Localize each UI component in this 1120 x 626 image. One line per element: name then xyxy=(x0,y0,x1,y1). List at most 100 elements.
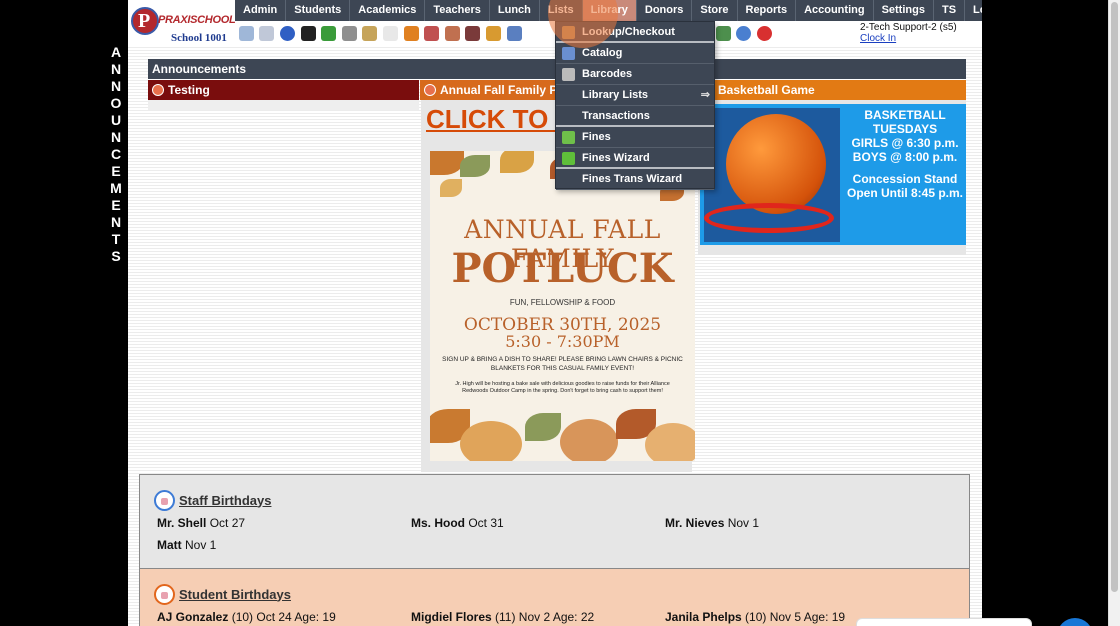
student-birthday-entry: Migdiel Flores (11) Nov 2 Age: 22 xyxy=(411,610,594,624)
announcement-icon xyxy=(424,84,436,96)
birthday-cake-icon xyxy=(154,489,175,511)
nav-lunch[interactable]: Lunch xyxy=(490,0,540,21)
nav-accounting[interactable]: Accounting xyxy=(796,0,874,21)
logo-letter: P xyxy=(138,10,151,32)
announcement-basketball-body: BASKETBALL TUESDAYS GIRLS @ 6:30 p.m. BO… xyxy=(698,100,966,255)
student-icon[interactable] xyxy=(444,25,460,41)
nav-teachers[interactable]: Teachers xyxy=(425,0,490,21)
nav-store[interactable]: Store xyxy=(692,0,738,21)
basketball-flyer-image[interactable]: BASKETBALL TUESDAYS GIRLS @ 6:30 p.m. BO… xyxy=(700,104,966,245)
birthday-cake-icon xyxy=(154,583,175,605)
birthday-detail: (11) Nov 2 Age: 22 xyxy=(491,610,595,624)
announcement-basketball-title[interactable]: Basketball Game xyxy=(698,80,966,100)
menu-item-label: Catalog xyxy=(582,47,623,59)
announcement-testing-body xyxy=(148,100,419,110)
staff-birthday-entry: Ms. Hood Oct 31 xyxy=(411,516,504,530)
book-icon[interactable] xyxy=(506,25,522,41)
clock-in-link[interactable]: Clock In xyxy=(860,33,957,44)
chat-widget[interactable] xyxy=(856,618,1032,626)
teacher-icon[interactable] xyxy=(424,25,440,41)
table-icon[interactable] xyxy=(259,25,275,41)
user-name: 2-Tech Support-2 (s5) xyxy=(860,22,957,33)
menu-item-label: Library Lists xyxy=(582,89,649,101)
fines-icon xyxy=(562,131,575,144)
refresh-icon[interactable] xyxy=(321,25,337,41)
nav-settings[interactable]: Settings xyxy=(874,0,934,21)
menu-item-transactions[interactable]: Transactions xyxy=(556,106,714,127)
phone-icon[interactable] xyxy=(300,25,316,41)
menu-item-label: Transactions xyxy=(582,110,650,122)
barcode-icon xyxy=(562,68,575,81)
nav-donors[interactable]: Donors xyxy=(637,0,693,21)
birthday-date: Nov 1 xyxy=(181,538,217,552)
menu-item-fines-wizard[interactable]: Fines Wizard xyxy=(556,148,714,169)
birthday-name: Mr. Shell xyxy=(157,516,207,530)
flyer-line: Open Until 8:45 p.m. xyxy=(846,186,963,200)
help-icon[interactable] xyxy=(736,25,752,41)
poster-time: 5:30 - 7:30PM xyxy=(505,332,620,351)
nav-ts[interactable]: TS xyxy=(934,0,966,21)
click-to-signup-link[interactable]: CLICK TO S xyxy=(426,104,573,135)
menu-item-barcodes[interactable]: Barcodes xyxy=(556,64,714,85)
nav-students[interactable]: Students xyxy=(286,0,351,21)
flyer-line: TUESDAYS xyxy=(872,122,938,136)
praxischool-logo[interactable]: P PRAXISCHOOL School 1001 xyxy=(128,2,236,44)
menu-item-fines[interactable]: Fines xyxy=(556,127,714,148)
report-icon[interactable] xyxy=(362,25,378,41)
announcement-testing-title[interactable]: Testing xyxy=(148,80,419,100)
staff-birthday-entry: Mr. Nieves Nov 1 xyxy=(665,516,759,530)
logo-brand: PRAXISCHOOL xyxy=(158,14,236,26)
search-icon[interactable] xyxy=(238,25,254,41)
toolbar-icons xyxy=(236,22,854,44)
calendar-icon[interactable] xyxy=(382,25,398,41)
parents-icon[interactable] xyxy=(465,25,481,41)
nav-lists[interactable]: Lists xyxy=(540,0,583,21)
birthday-name: Matt xyxy=(157,538,182,552)
page-scrollbar[interactable] xyxy=(1108,0,1120,626)
nav-reports[interactable]: Reports xyxy=(738,0,797,21)
flyer-line: Concession Stand xyxy=(852,172,958,186)
staff-birthday-entry: Mr. Shell Oct 27 xyxy=(157,516,245,530)
menu-item-fines-trans-wizard[interactable]: Fines Trans Wizard xyxy=(556,169,714,190)
vertical-letter: N xyxy=(110,214,122,230)
student-birthdays-panel: Student Birthdays AJ Gonzalez (10) Oct 2… xyxy=(139,569,970,626)
menu-item-library-lists[interactable]: Library Lists ⇒ xyxy=(556,85,714,106)
poster-headline: POTLUCK xyxy=(451,245,674,292)
birthday-name: Migdiel Flores xyxy=(411,610,492,624)
vertical-letter: N xyxy=(110,61,122,77)
birthday-date: Oct 27 xyxy=(206,516,246,530)
power-icon[interactable] xyxy=(756,25,772,41)
poster-subtitle: FUN, FELLOWSHIP & FOOD xyxy=(509,298,616,307)
dollar-icon xyxy=(562,152,575,165)
birthday-detail: (10) Nov 5 Age: 19 xyxy=(741,610,846,624)
nav-academics[interactable]: Academics xyxy=(350,0,426,21)
potluck-poster-image[interactable]: ANNUAL FALL FAMILY POTLUCK FUN, FELLOWSH… xyxy=(430,151,695,461)
nav-admin[interactable]: Admin xyxy=(235,0,287,21)
money-icon[interactable] xyxy=(715,25,731,41)
vertical-letter: N xyxy=(110,78,122,94)
menu-item-label: Fines Trans Wizard xyxy=(582,173,683,185)
megaphone-icon[interactable] xyxy=(403,25,419,41)
speaker-icon[interactable] xyxy=(341,25,357,41)
staff-birthdays-title[interactable]: Staff Birthdays xyxy=(179,493,271,508)
user-info: 2-Tech Support-2 (s5) Clock In xyxy=(860,22,957,44)
birthday-name: AJ Gonzalez xyxy=(157,610,229,624)
email-icon[interactable] xyxy=(279,25,295,41)
lookup-icon xyxy=(562,26,575,39)
catalog-icon xyxy=(562,47,575,60)
scrollbar-thumb[interactable] xyxy=(1111,2,1118,592)
menu-item-lookup-checkout[interactable]: Lookup/Checkout xyxy=(556,22,714,43)
menu-item-catalog[interactable]: Catalog xyxy=(556,43,714,64)
student-birthdays-title[interactable]: Student Birthdays xyxy=(179,587,291,602)
basketball-schedule: BASKETBALL TUESDAYS GIRLS @ 6:30 p.m. BO… xyxy=(844,108,966,200)
birthday-name: Janila Phelps xyxy=(665,610,742,624)
main-nav: Admin Students Academics Teachers Lunch Lists… xyxy=(235,0,1020,21)
student-birthday-entry: AJ Gonzalez (10) Oct 24 Age: 19 xyxy=(157,610,336,624)
nav-library[interactable]: Library xyxy=(582,0,637,21)
vertical-letter: O xyxy=(110,95,122,111)
lunch-icon[interactable] xyxy=(485,25,501,41)
right-margin xyxy=(982,0,1108,626)
flyer-line: GIRLS @ 6:30 p.m. xyxy=(851,136,959,150)
student-birthdays-heading: Student Birthdays xyxy=(154,583,291,605)
